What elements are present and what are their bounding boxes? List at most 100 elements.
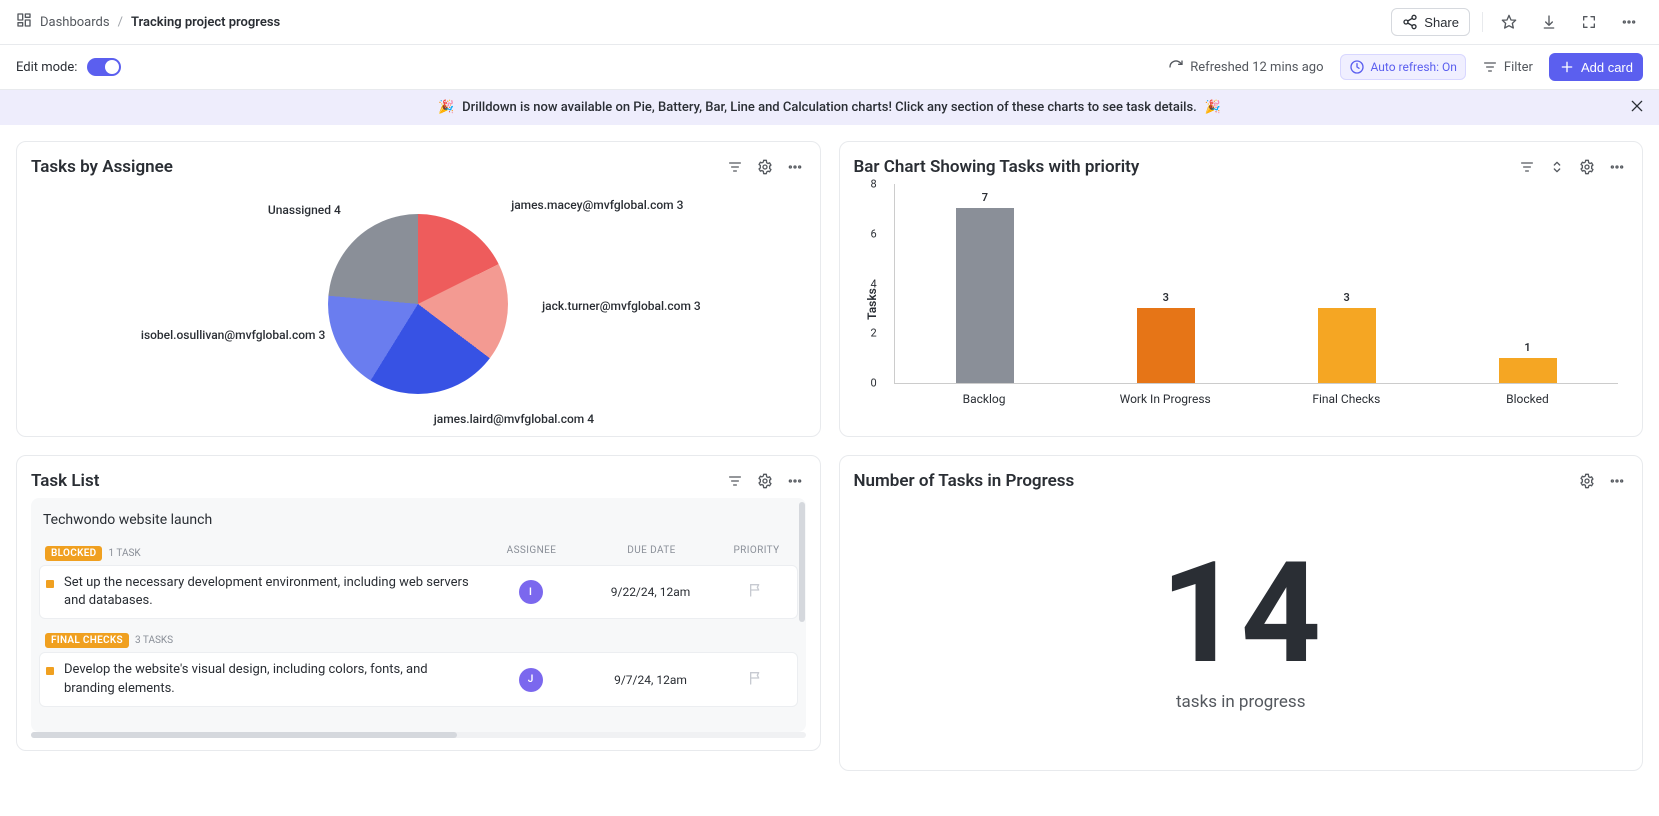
filter-icon: [1519, 159, 1535, 175]
task-row[interactable]: Develop the website's visual design, inc…: [39, 652, 798, 706]
gear-icon: [757, 159, 773, 175]
pie-slice-label: Unassigned 4: [186, 203, 341, 217]
card-more-button[interactable]: [784, 156, 806, 178]
autorefresh-label: Auto refresh: On: [1371, 60, 1457, 74]
card-settings-button[interactable]: [754, 470, 776, 492]
status-badge[interactable]: FINAL CHECKS: [45, 633, 129, 648]
bar-value-label: 3: [1344, 291, 1350, 304]
status-badge[interactable]: BLOCKED: [45, 546, 102, 561]
x-tick-label: Work In Progress: [1115, 392, 1215, 406]
card-more-button[interactable]: [784, 470, 806, 492]
bar-value-label: 1: [1524, 341, 1530, 354]
expand-icon: [1581, 14, 1597, 30]
breadcrumb-current: Tracking project progress: [131, 15, 280, 30]
share-button[interactable]: Share: [1391, 8, 1470, 36]
breadcrumb-root[interactable]: Dashboards: [40, 15, 110, 30]
bar-column[interactable]: 3: [1297, 291, 1397, 383]
filter-icon: [727, 473, 743, 489]
y-tick: 6: [871, 227, 877, 240]
card-settings-button[interactable]: [754, 156, 776, 178]
fullscreen-button[interactable]: [1575, 8, 1603, 36]
filter-icon: [727, 159, 743, 175]
banner-close-button[interactable]: [1629, 98, 1645, 118]
bar-rect: [1499, 358, 1557, 383]
card-settings-button[interactable]: [1576, 470, 1598, 492]
edit-mode-toggle[interactable]: [87, 58, 121, 76]
x-tick-label: Blocked: [1477, 392, 1577, 406]
task-title-text: Develop the website's visual design, inc…: [64, 661, 481, 697]
card-filter-button[interactable]: [724, 156, 746, 178]
status-square-icon: [46, 667, 54, 675]
bar-card: Bar Chart Showing Tasks with priority Ta…: [839, 141, 1644, 437]
tasklist-body: Techwondo website launch BLOCKED1 TASKAS…: [31, 498, 806, 732]
share-icon: [1402, 14, 1418, 30]
banner-text: Drilldown is now available on Pie, Batte…: [462, 100, 1197, 115]
number-card: Number of Tasks in Progress 14 tasks in …: [839, 455, 1644, 771]
breadcrumb: Dashboards / Tracking project progress: [16, 12, 280, 32]
bar-rect: [1137, 308, 1195, 383]
horizontal-scrollbar[interactable]: [31, 732, 806, 738]
autorefresh-pill[interactable]: Auto refresh: On: [1340, 54, 1466, 80]
refresh-icon: [1168, 59, 1184, 75]
big-number: 14: [1160, 544, 1321, 684]
task-row[interactable]: Set up the necessary development environ…: [39, 565, 798, 619]
priority-flag[interactable]: [721, 670, 791, 690]
priority-flag[interactable]: [721, 582, 791, 602]
number-display: 14 tasks in progress: [854, 498, 1629, 758]
more-icon: [1609, 473, 1625, 489]
more-icon: [787, 473, 803, 489]
bar-chart[interactable]: Tasks 024687331 BacklogWork In ProgressF…: [854, 184, 1629, 424]
close-icon: [1629, 98, 1645, 114]
big-caption: tasks in progress: [1176, 692, 1305, 712]
y-tick: 2: [871, 327, 877, 340]
filter-button[interactable]: Filter: [1476, 55, 1539, 79]
bar-value-label: 7: [982, 191, 988, 204]
sort-icon: [1549, 159, 1565, 175]
bar-rect: [956, 208, 1014, 383]
vertical-scrollbar[interactable]: [799, 502, 805, 622]
column-header: PRIORITY: [722, 545, 792, 556]
card-filter-button[interactable]: [1516, 156, 1538, 178]
due-date: 9/22/24, 12am: [581, 585, 721, 599]
party-icon: 🎉: [1205, 100, 1221, 115]
group-count: 3 TASKS: [135, 635, 173, 646]
bar-column[interactable]: 3: [1116, 291, 1216, 383]
refreshed-text: Refreshed 12 mins ago: [1190, 60, 1323, 75]
bar-card-title: Bar Chart Showing Tasks with priority: [854, 157, 1140, 177]
pie-chart[interactable]: james.macey@mvfglobal.com 3jack.turner@m…: [31, 184, 806, 424]
pie-slice-label: james.macey@mvfglobal.com 3: [511, 198, 683, 212]
assignee-avatar[interactable]: J: [519, 668, 543, 692]
bar-rect: [1318, 308, 1376, 383]
x-tick-label: Final Checks: [1296, 392, 1396, 406]
gear-icon: [1579, 473, 1595, 489]
card-more-button[interactable]: [1606, 470, 1628, 492]
bar-column[interactable]: 1: [1478, 341, 1578, 383]
x-tick-label: Backlog: [934, 392, 1034, 406]
card-more-button[interactable]: [1606, 156, 1628, 178]
bar-value-label: 3: [1163, 291, 1169, 304]
task-title-text: Set up the necessary development environ…: [64, 574, 481, 610]
download-button[interactable]: [1535, 8, 1563, 36]
card-filter-button[interactable]: [724, 470, 746, 492]
group-count: 1 TASK: [108, 548, 140, 559]
add-card-button[interactable]: Add card: [1549, 53, 1643, 81]
divider: [1482, 12, 1483, 32]
gear-icon: [1579, 159, 1595, 175]
card-sort-button[interactable]: [1546, 156, 1568, 178]
refreshed-status[interactable]: Refreshed 12 mins ago: [1162, 55, 1329, 79]
pie-card-title: Tasks by Assignee: [31, 157, 173, 177]
flag-icon: [748, 582, 764, 598]
announcement-banner: 🎉 Drilldown is now available on Pie, Bat…: [0, 90, 1659, 125]
assignee-avatar[interactable]: I: [519, 580, 543, 604]
more-icon: [1609, 159, 1625, 175]
plus-icon: [1559, 59, 1575, 75]
bar-ylabel: Tasks: [864, 288, 878, 320]
bar-column[interactable]: 7: [935, 191, 1035, 383]
pie-slice-label: isobel.osullivan@mvfglobal.com 3: [46, 328, 325, 342]
clock-icon: [1349, 59, 1365, 75]
star-button[interactable]: [1495, 8, 1523, 36]
add-card-label: Add card: [1581, 60, 1633, 75]
more-button[interactable]: [1615, 8, 1643, 36]
number-card-title: Number of Tasks in Progress: [854, 471, 1075, 491]
card-settings-button[interactable]: [1576, 156, 1598, 178]
